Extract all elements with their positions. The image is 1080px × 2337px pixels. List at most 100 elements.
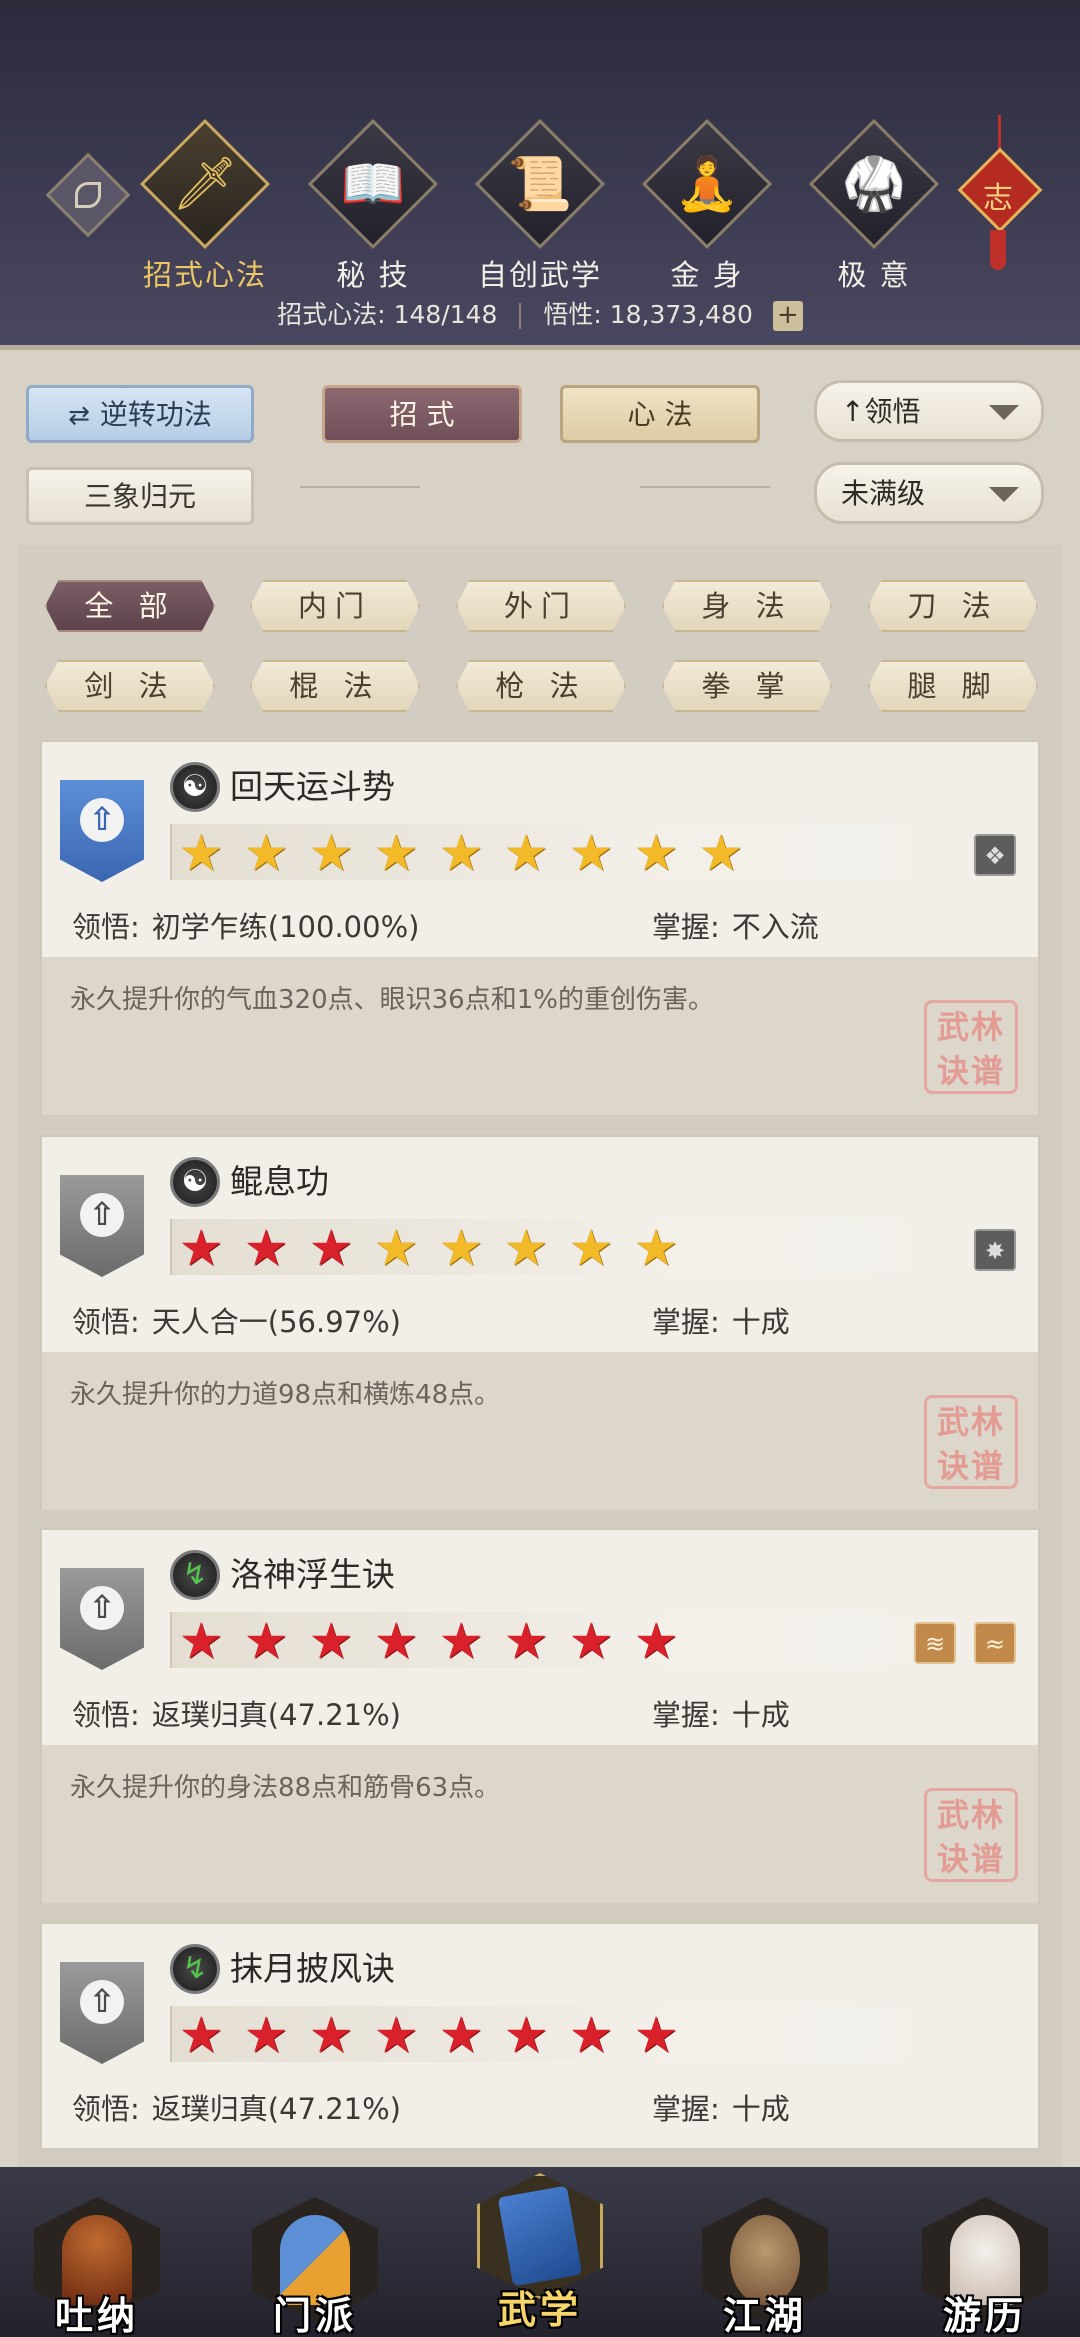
red-star-icon: ★ [568,1612,614,1670]
sanxiang-guiyuan-button[interactable]: 三象归元 [26,467,254,525]
sanxiang-label: 三象归元 [83,480,196,513]
skill-card[interactable]: ⇧ ☯ 回天运斗势 ★ ★ ★ ★ ★ ★ ★ ★ ★ ❖ 领悟: 初学乍练(100.00%) 掌… [40,740,1040,1115]
comprehension-value: 返璞归真(47.21%) [151,1698,401,1732]
gold-star-icon: ★ [698,824,744,882]
filter-spear[interactable]: 枪 法 [456,660,626,712]
comprehension: 领悟: 天人合一(56.97%) [72,1299,401,1341]
seal-stamp: 武林诀谱 [924,1000,1018,1094]
mastery: 掌握: 十成 [652,1299,790,1341]
skill-description: 永久提升你的身法88点和筋骨63点。 [42,1745,1038,1903]
add-insight-button[interactable]: + [772,301,803,331]
tassel-icon [990,230,1006,270]
upgrade-banner[interactable]: ⇧ [60,1175,144,1277]
filter-fist[interactable]: 拳 掌 [662,660,832,712]
red-star-icon: ★ [308,2006,354,2064]
nav-breathing[interactable]: 吐纳 [22,2197,172,2337]
attribute-badge-icon[interactable]: ≋ [914,1622,956,1664]
red-star-icon: ★ [308,1612,354,1670]
tab-label: 招式心法 [142,258,267,292]
red-star-icon: ★ [503,2006,549,2064]
star-bar: ★ ★ ★ ★ ★ ★ ★ ★ [170,1219,1015,1275]
gold-star-icon: ★ [568,824,614,882]
nav-travel[interactable]: 游历 [910,2197,1060,2337]
red-star-icon: ★ [308,1219,354,1277]
gold-star-icon: ★ [568,1219,614,1277]
seal-stamp: 武林诀谱 [924,1395,1018,1489]
yin-yang-icon: ☯ [170,1157,220,1207]
gold-star-icon: ★ [438,824,484,882]
skill-name: 洛神浮生诀 [230,1555,395,1594]
swap-icon: ⇄ [68,401,90,431]
upgrade-banner[interactable]: ⇧ [60,1568,144,1670]
filter-staff[interactable]: 棍 法 [250,660,420,712]
attribute-badge-icon[interactable]: ✸ [974,1229,1016,1271]
tab-moves-heart[interactable]: 🗡 招式心法 [130,118,280,294]
tab-self-created[interactable]: 📜 自创武学 [465,118,615,294]
reverse-technique-button[interactable]: ⇄ 逆转功法 [26,385,254,443]
tab-heart-method[interactable]: 心 法 [560,385,760,443]
mastery-label: 掌握: [652,2092,720,2126]
level-filter-label: 未满级 [841,477,926,510]
insight-label: 悟性: [543,300,602,329]
filter-leg[interactable]: 腿 脚 [868,660,1038,712]
mastery-value: 十成 [731,1698,790,1732]
filter-sword[interactable]: 剑 法 [45,660,215,712]
sort-dropdown[interactable]: ↑领悟 [814,380,1044,442]
attribute-badge-icon[interactable]: ❖ [974,834,1016,876]
filter-all[interactable]: 全 部 [45,580,215,632]
upgrade-banner[interactable]: ⇧ [60,780,144,882]
scroll-icon: 📜 [507,154,573,214]
upgrade-banner[interactable]: ⇧ [60,1962,144,2064]
upgrade-arrow-icon: ⇧ [80,1193,124,1237]
red-star-icon: ★ [178,2006,224,2064]
gold-star-icon: ★ [373,824,419,882]
upgrade-arrow-icon: ⇧ [80,1586,124,1630]
star-bar: ★ ★ ★ ★ ★ ★ ★ ★ [170,2006,1015,2062]
stats-bar: 招式心法: 148/148 悟性: 18,373,480 + [0,295,1080,331]
nav-label: 门派 [272,2294,357,2337]
nav-sect[interactable]: 门派 [240,2197,390,2337]
tab-moves-label: 招 式 [389,398,455,431]
level-filter-dropdown[interactable]: 未满级 [814,462,1044,524]
description-text: 永久提升你的身法88点和筋骨63点。 [70,1773,501,1803]
divider [519,303,522,329]
red-star-icon: ★ [243,2006,289,2064]
skill-name: 鲲息功 [230,1162,329,1201]
nav-label: 吐纳 [54,2294,139,2337]
aspiration-knot-button[interactable]: 志 [955,115,1045,270]
nav-martial-arts[interactable]: 武学 [465,2173,615,2332]
skill-card[interactable]: ⇧ ↯ 抹月披风诀 ★ ★ ★ ★ ★ ★ ★ ★ 领悟: 返璞归真(47.21%) 掌握: 十成 [40,1922,1040,2150]
attribute-badge-icon[interactable]: ≈ [974,1622,1016,1664]
nav-label: 武学 [497,2288,582,2332]
description-text: 永久提升你的力道98点和横炼48点。 [70,1380,501,1410]
filter-movement[interactable]: 身 法 [662,580,832,632]
comprehension: 领悟: 初学乍练(100.00%) [72,904,419,946]
red-star-icon: ★ [503,1612,549,1670]
red-star-icon: ★ [373,1612,419,1670]
skill-card[interactable]: ⇧ ☯ 鲲息功 ★ ★ ★ ★ ★ ★ ★ ★ ✸ 领悟: 天人合一(56.97%) 掌握: 十成… [40,1135,1040,1510]
up-arrow-icon: ↑ [841,395,865,428]
mastery-label: 掌握: [652,1698,720,1732]
nav-jianghu[interactable]: 江湖 [690,2197,840,2337]
tab-moves[interactable]: 招 式 [322,385,522,443]
skills-count-label: 招式心法: [277,300,386,329]
tab-golden-body[interactable]: 🧘 金 身 [632,118,782,294]
reverse-label: 逆转功法 [99,398,212,431]
red-star-icon: ★ [243,1219,289,1277]
mastery: 掌握: 不入流 [652,904,819,946]
red-star-icon: ★ [633,2006,679,2064]
sort-label: 领悟 [864,395,921,428]
tab-ultimate-intent[interactable]: 🥋 极 意 [799,118,949,294]
meditation-icon: 🧘 [674,154,740,214]
eye-toggle-button[interactable] [45,152,131,238]
tab-secret-skills[interactable]: 📖 秘 技 [298,118,448,294]
eye-icon [75,182,101,208]
filter-inner[interactable]: 内门 [250,580,420,632]
gold-star-icon: ★ [503,1219,549,1277]
filter-blade[interactable]: 刀 法 [868,580,1038,632]
skill-card[interactable]: ⇧ ↯ 洛神浮生诀 ★ ★ ★ ★ ★ ★ ★ ★ ≋ ≈ 领悟: 返璞归真(47.21%) 掌… [40,1528,1040,1903]
mastery-value: 十成 [731,1305,790,1339]
tab-heart-label: 心 法 [627,398,693,431]
filter-outer[interactable]: 外门 [456,580,626,632]
book-icon: 📖 [340,154,406,214]
